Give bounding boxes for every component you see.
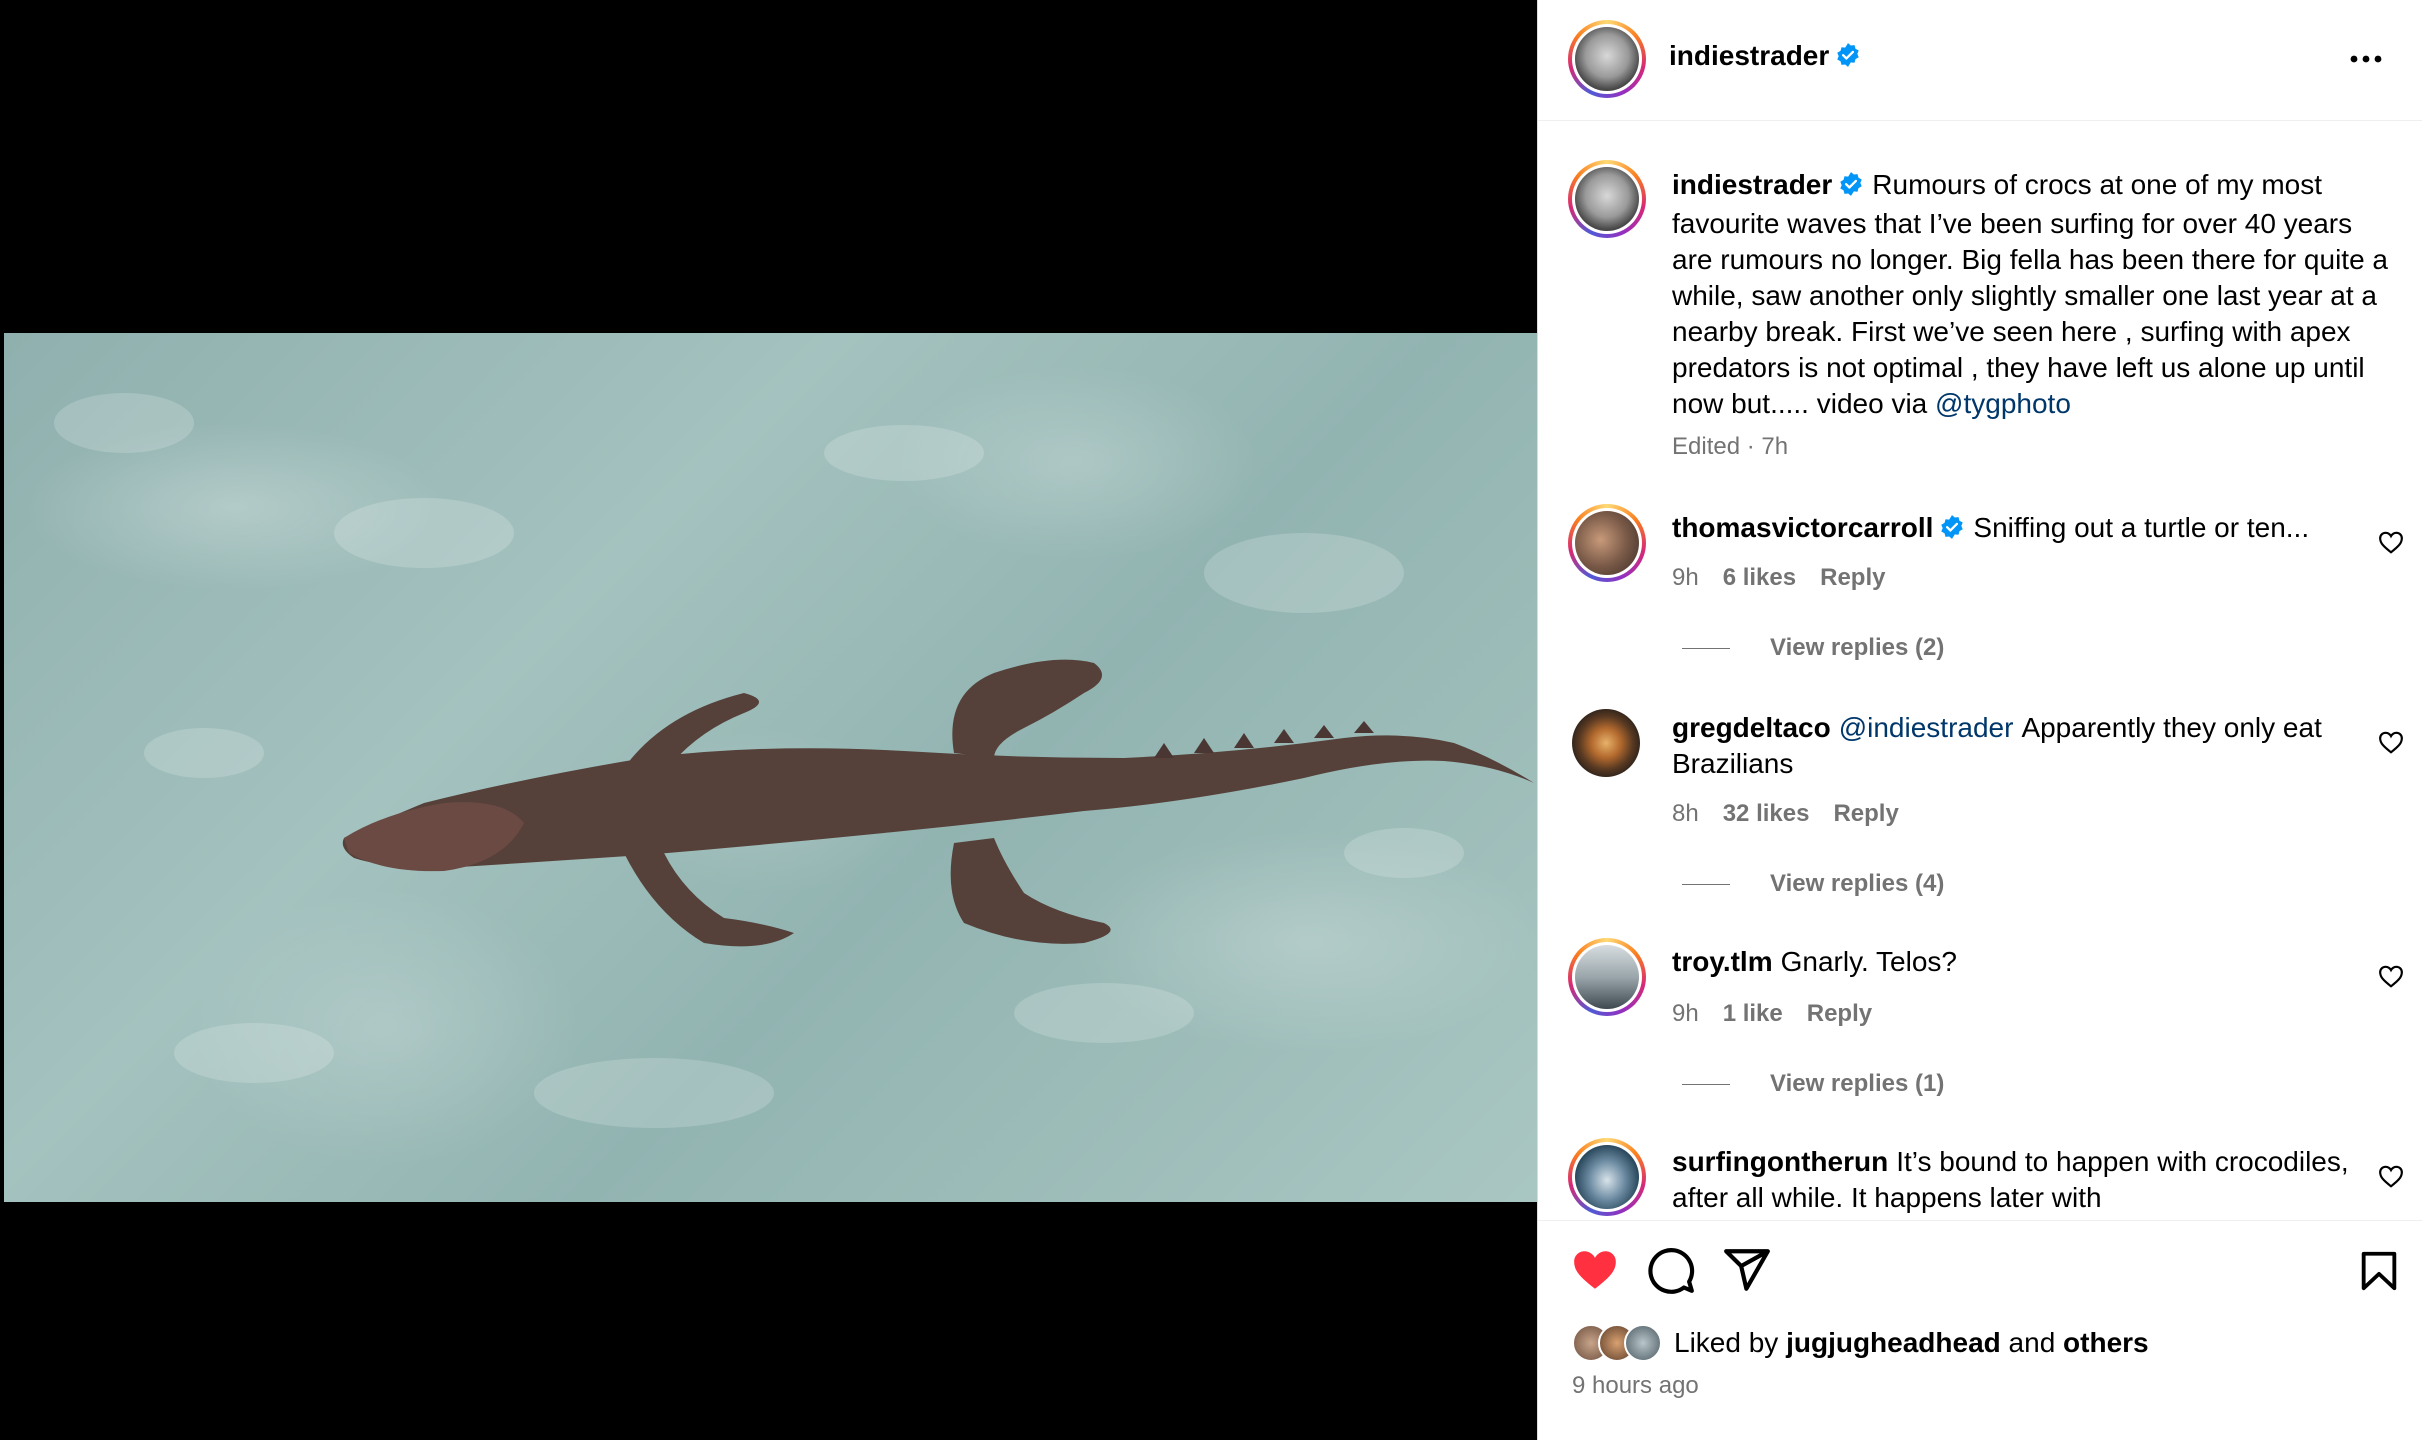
liked-by-user[interactable]: jugjugheadhead — [1786, 1327, 2001, 1359]
view-replies-label: View replies (2) — [1770, 634, 1945, 661]
heart-outline-icon — [2379, 1165, 2403, 1188]
comment-text-block: troy.tlm Gnarly. Telos? — [1672, 944, 2392, 980]
comment-avatar[interactable] — [1568, 1138, 1646, 1216]
comment-like-button[interactable] — [2378, 964, 2404, 988]
comment-text-block: thomasvictorcarroll Sniffing out a turtle… — [1672, 510, 2392, 549]
save-button[interactable] — [2356, 1247, 2402, 1300]
comment-username[interactable]: thomasvictorcarroll — [1672, 512, 1933, 543]
comment-time: 8h — [1672, 800, 1699, 827]
caption-mention-link[interactable]: @tygphoto — [1935, 388, 2071, 419]
post-side-panel: indiestrader indiestrader Rumours of croc… — [1537, 0, 2422, 1440]
comment-meta: 9h 6 likes Reply — [1672, 564, 1885, 592]
heart-outline-icon — [2379, 965, 2403, 988]
video-player[interactable] — [4, 333, 1537, 1202]
heart-filled-icon — [1574, 1251, 1616, 1289]
liked-by-and: and — [2008, 1327, 2056, 1358]
comment-likes[interactable]: 32 likes — [1723, 800, 1810, 828]
comment-username[interactable]: gregdeltaco — [1672, 712, 1831, 743]
comment-like-button[interactable] — [2378, 1164, 2404, 1188]
liked-by-prefix: Liked by — [1674, 1327, 1779, 1358]
post-header: indiestrader — [1538, 0, 2422, 121]
liked-by-summary: Liked by jugjugheadhead and others — [1572, 1324, 2149, 1362]
comment-meta: 9h 1 like Reply — [1672, 1000, 1872, 1028]
liked-by-others[interactable]: others — [2063, 1327, 2149, 1359]
post-caption: indiestrader Rumours of crocs at one of m… — [1672, 167, 2392, 422]
caption-text: Rumours of crocs at one of my most favou… — [1672, 169, 2388, 419]
comment-likes[interactable]: 6 likes — [1723, 564, 1796, 592]
view-replies-label: View replies (4) — [1770, 870, 1945, 897]
comments-list[interactable]: indiestrader Rumours of crocs at one of m… — [1538, 122, 2422, 1222]
crocodile-video-frame — [54, 393, 1534, 1128]
author-name-row: indiestrader — [1669, 40, 1861, 73]
post-timestamp[interactable]: 9 hours ago — [1572, 1372, 1699, 1400]
caption-meta: Edited · 7h — [1672, 433, 1788, 461]
caption-edited-time: Edited · 7h — [1672, 433, 1789, 460]
caption-username[interactable]: indiestrader — [1672, 169, 1832, 200]
bookmark-icon — [2361, 1251, 2397, 1291]
heart-outline-icon — [2379, 531, 2403, 554]
ellipsis-icon — [2350, 55, 2382, 63]
author-avatar[interactable] — [1568, 20, 1646, 98]
caption-author-avatar[interactable] — [1568, 160, 1646, 238]
view-replies-label: View replies (1) — [1770, 1070, 1945, 1097]
liker-avatars[interactable] — [1572, 1324, 1662, 1362]
view-replies-button[interactable]: View replies (1) — [1682, 1070, 1944, 1098]
replies-divider — [1682, 647, 1730, 649]
comment-button[interactable] — [1646, 1245, 1696, 1300]
comment-body: Gnarly. Telos? — [1780, 946, 1957, 977]
heart-outline-icon — [2379, 731, 2403, 754]
verified-badge-icon — [1939, 513, 1965, 549]
comment-username[interactable]: surfingontherun — [1672, 1146, 1888, 1177]
comment-likes[interactable]: 1 like — [1723, 1000, 1783, 1028]
post-media — [0, 0, 1537, 1440]
more-options-button[interactable] — [2346, 44, 2386, 74]
comment-body: Sniffing out a turtle or ten... — [1973, 512, 2310, 543]
view-replies-button[interactable]: View replies (4) — [1682, 870, 1944, 898]
comment-username[interactable]: troy.tlm — [1672, 946, 1773, 977]
speech-bubble-icon — [1648, 1248, 1695, 1294]
comment-meta: 8h 32 likes Reply — [1672, 800, 1899, 828]
reply-button[interactable]: Reply — [1833, 800, 1898, 828]
comment-avatar[interactable] — [1568, 938, 1646, 1016]
comment-text-block: surfingontherun It’s bound to happen with… — [1672, 1144, 2392, 1216]
verified-badge-icon — [1835, 42, 1861, 73]
comment-time: 9h — [1672, 564, 1699, 591]
replies-divider — [1682, 1083, 1730, 1085]
share-button[interactable] — [1722, 1245, 1772, 1300]
reply-button[interactable]: Reply — [1807, 1000, 1872, 1028]
comment-text-block: gregdeltaco @indiestrader Apparently they … — [1672, 710, 2392, 782]
comment-avatar[interactable] — [1572, 709, 1640, 777]
paper-plane-icon — [1724, 1249, 1770, 1291]
view-replies-button[interactable]: View replies (2) — [1682, 634, 1944, 662]
comment-avatar[interactable] — [1568, 504, 1646, 582]
liker-avatar — [1624, 1324, 1662, 1362]
replies-divider — [1682, 883, 1730, 885]
comment-mention-link[interactable]: @indiestrader — [1839, 712, 2014, 743]
like-button[interactable] — [1570, 1246, 1620, 1297]
reply-button[interactable]: Reply — [1820, 564, 1885, 592]
comment-like-button[interactable] — [2378, 730, 2404, 754]
verified-badge-icon — [1838, 170, 1864, 206]
comment-like-button[interactable] — [2378, 530, 2404, 554]
author-username[interactable]: indiestrader — [1669, 40, 1829, 71]
comment-time: 9h — [1672, 1000, 1699, 1027]
